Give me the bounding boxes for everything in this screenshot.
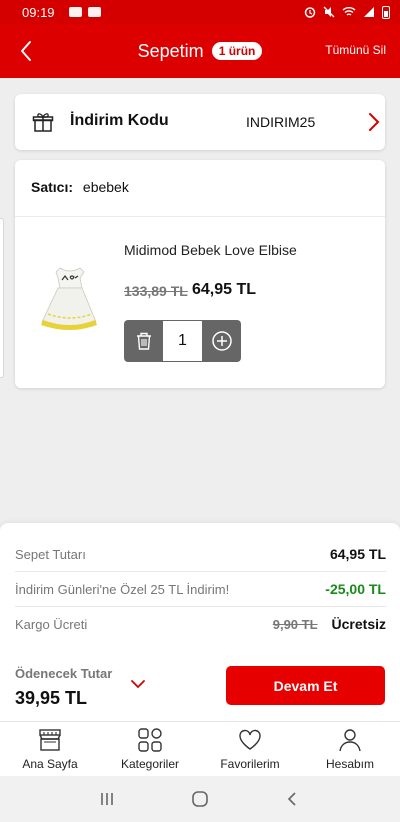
- clear-all-button[interactable]: Tümünü Sil: [325, 43, 386, 57]
- system-back-button[interactable]: [278, 784, 308, 814]
- chevron-right-icon: [369, 113, 380, 131]
- shipping-old-price: 9,90 TL: [272, 616, 318, 632]
- order-summary-panel: Sepet Tutarı 64,95 TL İndirim Günleri'ne…: [0, 523, 400, 721]
- mute-icon: [323, 6, 335, 18]
- product-price: 64,95 TL: [192, 281, 257, 298]
- payable-label: Ödenecek Tutar: [15, 666, 113, 681]
- bottom-nav: Ana Sayfa Kategoriler Favorilerim Hesabı…: [0, 721, 400, 776]
- heart-icon: [239, 729, 261, 750]
- nav-item-categories[interactable]: Kategoriler: [100, 722, 200, 776]
- shipping-row: Kargo Ücreti 9,90 TL Ücretsiz: [15, 607, 386, 641]
- nav-item-favorites[interactable]: Favorilerim: [200, 722, 300, 776]
- increase-quantity-button[interactable]: [202, 320, 241, 362]
- discount-value: -25,00 TL: [325, 581, 386, 597]
- gift-icon: [32, 113, 54, 132]
- alarm-icon: [304, 7, 316, 18]
- discount-code-value: INDIRIM25: [246, 114, 316, 130]
- chevron-down-icon[interactable]: [130, 678, 146, 690]
- payable-total: 39,95 TL: [15, 688, 88, 708]
- product-image[interactable]: [34, 262, 106, 334]
- trash-icon: [136, 332, 151, 350]
- app-header: Sepetim 1 ürün Tümünü Sil: [0, 24, 400, 78]
- nav-item-account[interactable]: Hesabım: [300, 722, 400, 776]
- system-nav-bar: [0, 776, 400, 822]
- status-time: 09:19: [22, 4, 55, 20]
- wifi-icon: [342, 7, 356, 16]
- chevron-left-icon: [21, 41, 31, 61]
- chevron-left-icon: [288, 792, 296, 806]
- side-edge-handle[interactable]: [0, 218, 4, 378]
- remove-item-button[interactable]: [124, 320, 163, 362]
- divider: [15, 216, 385, 217]
- recent-apps-button[interactable]: [92, 784, 122, 814]
- grid-icon: [138, 728, 162, 752]
- nav-label-home: Ana Sayfa: [22, 757, 78, 771]
- page-title: Sepetim: [137, 40, 204, 61]
- home-circle-icon: [192, 791, 208, 807]
- message-icon: [68, 7, 82, 17]
- nav-label-account: Hesabım: [325, 757, 375, 771]
- shipping-label: Kargo Ücreti: [15, 616, 88, 632]
- home-button[interactable]: [185, 784, 215, 814]
- recent-apps-icon: [100, 793, 113, 805]
- nav-item-home[interactable]: Ana Sayfa: [0, 722, 100, 776]
- nav-label-favorites: Favorilerim: [220, 757, 280, 771]
- quantity-value: 1: [163, 321, 202, 361]
- discount-code-card[interactable]: İndirim Kodu INDIRIM25: [15, 94, 385, 150]
- product-old-price: 133,89 TL: [124, 283, 188, 299]
- signal-icon: [364, 7, 374, 17]
- subtotal-row: Sepet Tutarı 64,95 TL: [15, 537, 386, 571]
- subtotal-value: 64,95 TL: [329, 546, 386, 562]
- user-icon: [339, 729, 361, 752]
- discount-row: İndirim Günleri'ne Özel 25 TL İndirim! -…: [15, 572, 386, 606]
- battery-icon: [382, 5, 390, 19]
- gallery-icon: [87, 7, 101, 17]
- seller-row: Satıcı: ebebek: [31, 179, 129, 195]
- shipping-value: Ücretsiz: [331, 616, 386, 632]
- continue-button[interactable]: Devam Et: [226, 666, 385, 705]
- item-count-badge: 1 ürün: [211, 42, 263, 60]
- subtotal-label: Sepet Tutarı: [15, 546, 86, 562]
- quantity-stepper: 1: [124, 320, 241, 362]
- plus-circle-icon: [211, 331, 232, 351]
- store-icon: [39, 729, 61, 751]
- back-button[interactable]: [14, 38, 40, 64]
- status-bar: 09:19: [0, 0, 400, 24]
- seller-name: ebebek: [82, 179, 129, 195]
- discount-label: İndirim Günleri'ne Özel 25 TL İndirim!: [15, 581, 230, 597]
- seller-label: Satıcı:: [31, 179, 74, 195]
- product-name[interactable]: Midimod Bebek Love Elbise: [124, 242, 297, 258]
- nav-label-categories: Kategoriler: [120, 757, 180, 771]
- discount-code-label: İndirim Kodu: [70, 112, 169, 129]
